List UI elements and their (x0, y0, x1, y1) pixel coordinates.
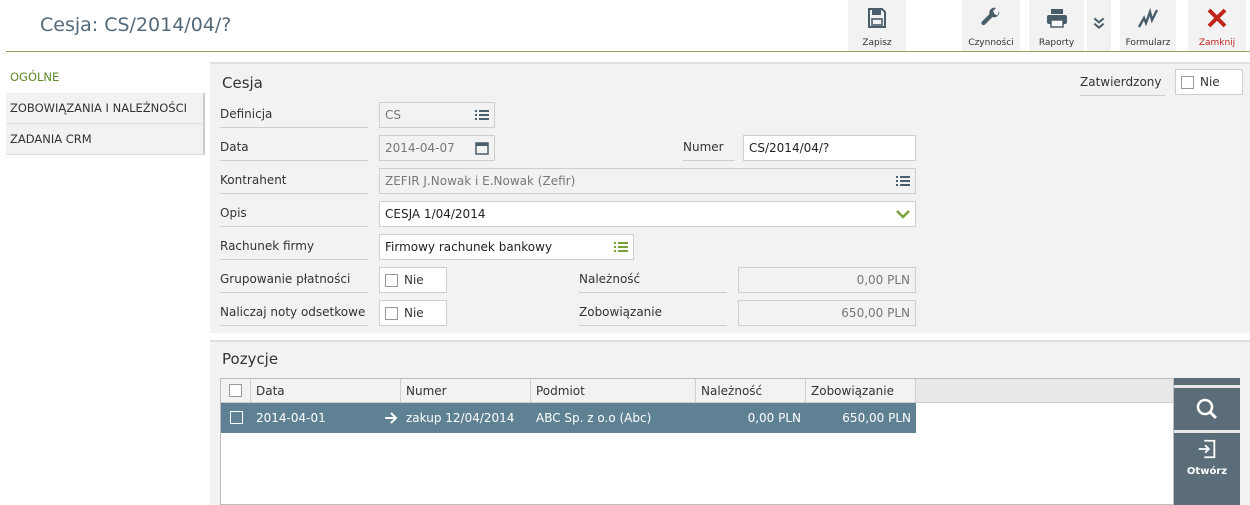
open-button[interactable]: Otwórz (1174, 438, 1240, 490)
signature-icon (1137, 7, 1159, 28)
page-title: Cesja: CS/2014/04/? (40, 14, 232, 36)
definition-value: CS (385, 108, 401, 122)
date-label: Data (220, 137, 368, 161)
close-label: Zamknij (1198, 38, 1236, 48)
grouping-value: Nie (404, 273, 424, 287)
approved-value: Nie (1200, 75, 1220, 89)
account-value: Firmowy rachunek bankowy (385, 240, 553, 254)
close-icon (1207, 8, 1227, 28)
cession-section-title: Cesja (222, 74, 263, 92)
row-checkbox[interactable] (221, 403, 251, 433)
reports-button[interactable]: Raporty (1029, 0, 1084, 51)
number-field[interactable]: CS/2014/04/? (743, 135, 916, 161)
approved-checkbox[interactable]: Nie (1175, 69, 1243, 95)
contractor-field[interactable]: ZEFIR J.Nowak i E.Nowak (Zefir) (379, 168, 916, 194)
table-row[interactable]: 2014-04-01 zakup 12/04/2014 ABC Sp. z o.… (221, 403, 916, 433)
positions-section-title: Pozycje (222, 350, 279, 368)
account-label: Rachunek firmy (220, 236, 368, 260)
grouping-label: Grupowanie płatności (220, 269, 368, 293)
interest-checkbox[interactable]: Nie (379, 300, 447, 326)
side-divider (1174, 430, 1240, 433)
number-label: Numer (683, 137, 735, 161)
checkbox-icon (385, 306, 398, 320)
header-divider (6, 51, 1250, 52)
interest-value: Nie (404, 306, 424, 320)
open-icon (1198, 439, 1216, 459)
liability-value: 650,00 PLN (841, 306, 910, 320)
list-icon[interactable] (614, 240, 628, 254)
account-field[interactable]: Firmowy rachunek bankowy (379, 234, 634, 260)
grouping-checkbox[interactable]: Nie (379, 267, 447, 293)
form-button[interactable]: Formularz (1120, 0, 1176, 51)
description-value: CESJA 1/04/2014 (385, 207, 486, 221)
checkbox-icon (229, 384, 242, 397)
cell-entity: ABC Sp. z o.o (Abc) (536, 411, 652, 425)
tab-crm-tasks[interactable]: ZADANIA CRM (6, 124, 205, 155)
tab-liabilities-receivables[interactable]: ZOBOWIĄZANIA I NALEŻNOŚCI (6, 93, 205, 124)
cell-number: zakup 12/04/2014 (406, 411, 515, 425)
interest-label: Naliczaj noty odsetkowe (220, 302, 368, 326)
column-header-number[interactable]: Numer (401, 379, 531, 403)
receivable-field: 0,00 PLN (738, 267, 916, 293)
contractor-value: ZEFIR J.Nowak i E.Nowak (Zefir) (385, 174, 576, 188)
wrench-icon (981, 7, 1000, 26)
tab-list: OGÓLNE ZOBOWIĄZANIA I NALEŻNOŚCI ZADANIA… (6, 62, 205, 155)
printer-icon (1046, 9, 1067, 28)
column-header-date[interactable]: Data (251, 379, 401, 403)
cell-date: 2014-04-01 (256, 411, 326, 425)
liability-field: 650,00 PLN (738, 300, 916, 326)
actions-label: Czynności (968, 38, 1014, 48)
receivable-label: Należność (579, 269, 727, 293)
checkbox-icon (230, 411, 243, 424)
save-icon (868, 8, 886, 28)
tab-general[interactable]: OGÓLNE (6, 62, 205, 93)
search-icon (1196, 398, 1218, 420)
arrow-right-icon[interactable] (384, 412, 398, 424)
contractor-label: Kontrahent (220, 170, 368, 194)
close-button[interactable]: Zamknij (1188, 0, 1246, 51)
cell-receivable: 0,00 PLN (747, 411, 801, 425)
reports-label: Raporty (1038, 38, 1075, 48)
more-button[interactable] (1087, 0, 1111, 51)
column-header-liability[interactable]: Zobowiązanie (806, 379, 916, 403)
approved-label: Zatwierdzony (1080, 72, 1165, 96)
column-header-filler (916, 379, 1173, 403)
column-header-entity[interactable]: Podmiot (531, 379, 696, 403)
save-button[interactable]: Zapisz (848, 0, 906, 51)
receivable-value: 0,00 PLN (856, 273, 910, 287)
description-field[interactable]: CESJA 1/04/2014 (379, 201, 916, 227)
liability-label: Zobowiązanie (579, 302, 727, 326)
calendar-icon[interactable] (475, 141, 489, 155)
description-label: Opis (220, 203, 368, 227)
list-icon[interactable] (896, 174, 910, 188)
positions-table: Data Numer Podmiot Należność Zobowiązani… (220, 378, 1174, 505)
definition-field[interactable]: CS (379, 102, 495, 128)
date-value: 2014-04-07 (385, 141, 455, 155)
cell-liability: 650,00 PLN (842, 411, 911, 425)
definition-label: Definicja (220, 104, 368, 128)
checkbox-icon (1181, 75, 1194, 89)
checkbox-icon (385, 273, 398, 287)
actions-button[interactable]: Czynności (962, 0, 1020, 51)
save-label: Zapisz (862, 38, 892, 48)
double-chevron-down-icon (1093, 17, 1105, 29)
form-label: Formularz (1125, 38, 1171, 48)
select-all-header[interactable] (221, 379, 251, 403)
side-action-panel: Otwórz (1174, 378, 1240, 505)
number-value: CS/2014/04/? (749, 141, 830, 155)
date-field[interactable]: 2014-04-07 (379, 135, 495, 161)
chevron-down-icon[interactable] (896, 207, 910, 221)
column-header-receivable[interactable]: Należność (696, 379, 806, 403)
list-icon[interactable] (475, 108, 489, 122)
search-button[interactable] (1174, 388, 1240, 430)
open-label: Otwórz (1186, 466, 1228, 477)
